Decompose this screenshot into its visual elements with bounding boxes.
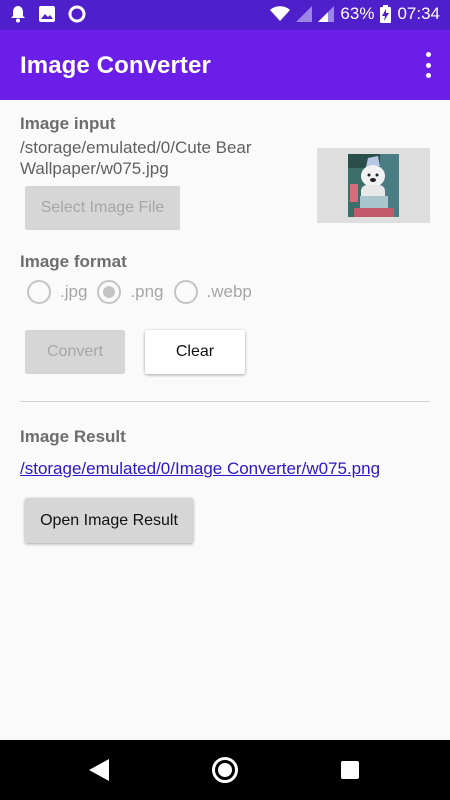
home-icon[interactable] [212,757,238,783]
signal-empty-icon [296,6,313,22]
format-radio-group: .jpg .png .webp [27,280,262,304]
radio-jpg-circle[interactable] [27,280,51,304]
battery-percent: 63% [340,4,375,23]
notification-bell-icon [11,6,25,23]
status-bar: 63% 07:34 [0,0,450,30]
app-bar: Image Converter [0,30,450,100]
convert-button[interactable]: Convert [25,330,125,374]
back-icon[interactable] [89,759,109,781]
recents-icon[interactable] [341,761,359,779]
image-input-path: /storage/emulated/0/Cute Bear Wallpaper/… [20,138,252,178]
clock: 07:34 [397,4,440,23]
divider [20,401,430,402]
radio-png[interactable]: .png [97,280,164,304]
bear-thumbnail-image [348,154,399,217]
radio-webp[interactable]: .webp [173,280,252,304]
wifi-icon [270,6,291,21]
radio-jpg-label: .jpg [60,282,88,301]
image-format-label: Image format [20,252,127,271]
radio-png-label: .png [130,282,164,301]
select-image-file-button[interactable]: Select Image File [25,186,180,230]
clear-button[interactable]: Clear [145,330,245,374]
radio-jpg[interactable]: .jpg [27,280,87,304]
app-title: Image Converter [20,52,211,79]
signal-icon [318,6,335,22]
record-icon [68,5,86,23]
radio-png-circle[interactable] [97,280,122,304]
image-preview [317,148,430,223]
radio-webp-label: .webp [206,282,252,301]
overflow-menu-icon[interactable] [422,52,434,78]
open-image-result-button[interactable]: Open Image Result [25,498,193,543]
battery-charging-icon [380,5,392,23]
image-result-link[interactable]: /storage/emulated/0/Image Converter/w075… [20,459,380,479]
image-input-label: Image input [20,114,116,133]
image-result-label: Image Result [20,427,126,446]
gallery-icon [39,6,55,22]
navigation-bar [0,740,450,800]
radio-webp-circle[interactable] [173,280,198,304]
